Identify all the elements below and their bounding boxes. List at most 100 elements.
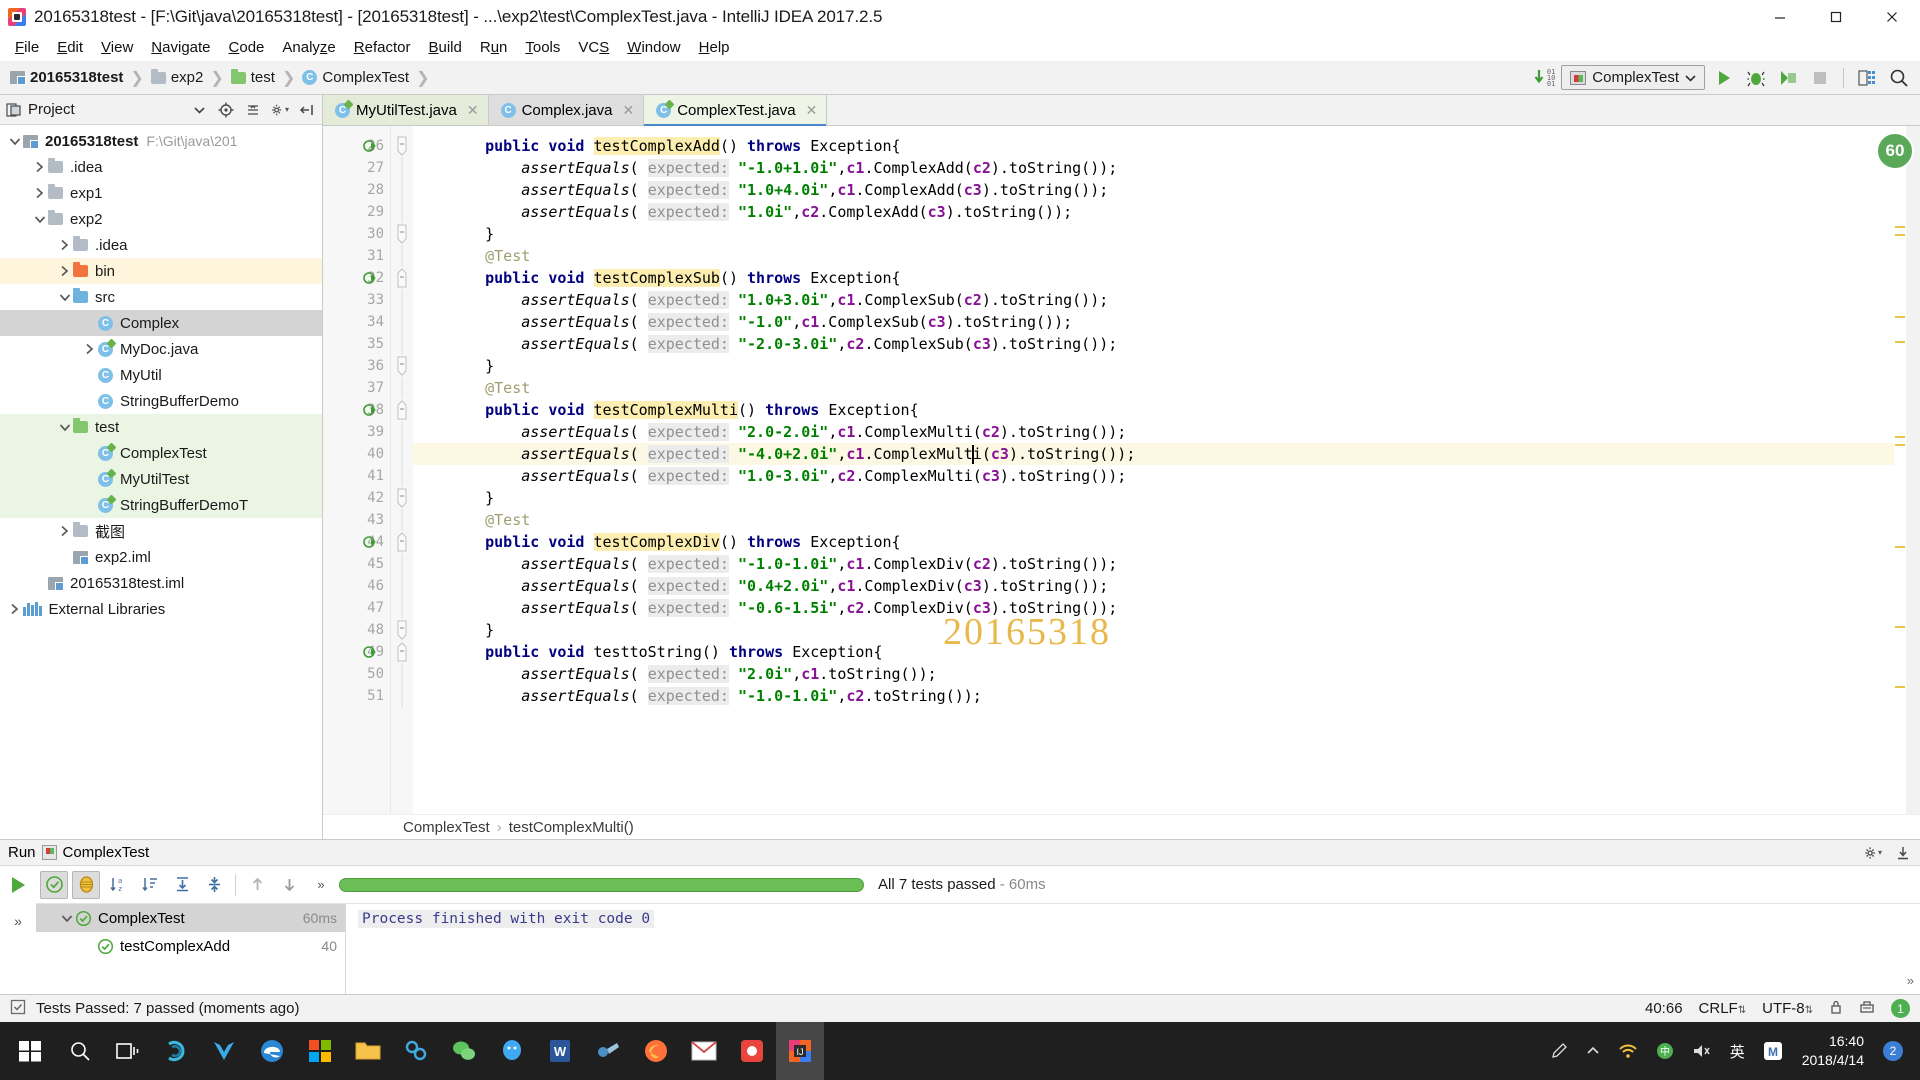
inspection-count-badge[interactable]: 60 [1876,132,1914,170]
code-line[interactable]: public void testComplexSub() throws Exce… [413,267,1894,289]
chevron-down-icon[interactable] [56,293,73,302]
windows-start-icon[interactable] [4,1022,56,1080]
app-file-explorer-icon[interactable] [344,1022,392,1080]
tree-node[interactable]: 20165318test F:\Git\java\201 [0,128,322,154]
debug-button[interactable] [1743,65,1769,91]
fold-marker[interactable] [391,223,413,245]
chevron-right-icon[interactable] [56,525,73,537]
menu-run[interactable]: Run [471,37,517,58]
tree-node[interactable]: C Complex [0,310,322,336]
menu-build[interactable]: Build [419,37,470,58]
encoding-selector[interactable]: UTF-8⇅ [1762,1000,1813,1017]
tree-node[interactable]: exp2 [0,206,322,232]
rerun-icon[interactable] [7,874,29,899]
console-output-pane[interactable]: Process finished with exit code 0 » [346,904,1920,994]
tree-node[interactable]: 截图 [0,518,322,544]
collapse-all-icon[interactable] [200,871,228,899]
chevron-right-icon[interactable] [56,239,73,251]
chevron-right-icon[interactable] [81,343,98,355]
tree-node[interactable]: External Libraries [0,596,322,622]
code-line[interactable]: assertEquals( expected: "-4.0+2.0i",c1.C… [413,443,1894,465]
tree-node[interactable]: exp1 [0,180,322,206]
menu-code[interactable]: Code [220,37,274,58]
pen-icon[interactable] [1541,1022,1577,1080]
code-line[interactable]: @Test [413,509,1894,531]
app-edge-icon[interactable] [248,1022,296,1080]
stop-button[interactable] [1807,65,1833,91]
code-line[interactable]: @Test [413,245,1894,267]
tree-node[interactable]: test [0,414,322,440]
test-result-row[interactable]: ComplexTest 60ms [36,904,345,932]
code-line[interactable]: } [413,487,1894,509]
taskbar-clock[interactable]: 16:40 2018/4/14 [1792,1032,1874,1070]
fold-marker[interactable] [391,641,413,663]
close-icon[interactable]: ✕ [467,102,479,119]
app-intellij-icon[interactable]: IJ [776,1022,824,1080]
error-stripe-markers[interactable] [1894,126,1906,814]
breadcrumb-item-exp2[interactable]: exp2 [149,68,206,86]
restore-layout-icon[interactable] [1854,65,1880,91]
fold-marker[interactable] [391,487,413,509]
settings-gear-icon[interactable]: ▾ [1864,844,1882,862]
sogou-icon[interactable]: M [1754,1022,1792,1080]
read-only-lock-icon[interactable] [1829,999,1843,1019]
scroll-from-source-target-icon[interactable] [217,101,235,119]
menu-edit[interactable]: Edit [48,37,92,58]
fold-column[interactable] [391,126,413,814]
run-with-coverage-button[interactable] [1775,65,1801,91]
fold-marker[interactable] [391,355,413,377]
search-icon[interactable] [56,1022,104,1080]
line-separator-selector[interactable]: CRLF⇅ [1699,1000,1747,1017]
editor-tab[interactable]: C Complex.java ✕ [488,95,645,125]
menu-view[interactable]: View [92,37,142,58]
app-chrome-variant-icon[interactable] [392,1022,440,1080]
menu-tools[interactable]: Tools [516,37,569,58]
code-line[interactable]: assertEquals( expected: "1.0i",c2.Comple… [413,201,1894,223]
editor-tab[interactable]: C MyUtilTest.java ✕ [323,95,489,125]
run-configuration-selector[interactable]: ComplexTest [1561,65,1705,90]
app-mail-icon[interactable] [680,1022,728,1080]
tree-node[interactable]: src [0,284,322,310]
run-test-gutter-icon[interactable] [363,139,377,153]
caret-position[interactable]: 40:66 [1645,1000,1683,1017]
code-line[interactable]: public void testComplexAdd() throws Exce… [413,135,1894,157]
search-everywhere-icon[interactable] [1886,65,1912,91]
close-icon[interactable]: ✕ [806,102,818,119]
code-line[interactable]: } [413,619,1894,641]
code-content[interactable]: public void testComplexAdd() throws Exce… [413,126,1894,814]
code-line[interactable]: @Test [413,377,1894,399]
code-line[interactable]: assertEquals( expected: "-1.0+1.0i",c1.C… [413,157,1894,179]
more-icon[interactable]: » [307,871,335,899]
code-line[interactable]: assertEquals( expected: "-1.0-1.0i",c1.C… [413,553,1894,575]
app-cortana-icon[interactable] [152,1022,200,1080]
menu-navigate[interactable]: Navigate [142,37,219,58]
chevron-right-icon[interactable] [6,603,23,615]
chevron-down-icon[interactable] [31,215,48,224]
fold-marker[interactable] [391,135,413,157]
tree-node[interactable]: C MyDoc.java [0,336,322,362]
action-center-icon[interactable]: 2 [1874,1022,1912,1080]
menu-help[interactable]: Help [690,37,739,58]
hide-panel-icon[interactable] [298,101,316,119]
code-line[interactable]: assertEquals( expected: "-1.0-1.0i",c2.t… [413,685,1894,707]
fold-marker[interactable] [391,619,413,641]
editor-scrollbar[interactable] [1906,126,1920,814]
code-line[interactable]: assertEquals( expected: "1.0+4.0i",c1.Co… [413,179,1894,201]
code-line[interactable]: public void testComplexMulti() throws Ex… [413,399,1894,421]
breadcrumb-item-test[interactable]: test [229,68,277,86]
chevron-down-icon[interactable] [190,101,208,119]
download-update-icon[interactable]: 01 10 01 [1534,68,1555,87]
project-tree[interactable]: 20165318test F:\Git\java\201 .idea exp1 exp2… [0,125,322,839]
tree-node[interactable]: 20165318test.iml [0,570,322,596]
code-line[interactable]: assertEquals( expected: "2.0i",c1.toStri… [413,663,1894,685]
input-method-icon[interactable]: 中 [1647,1022,1683,1080]
close-icon[interactable]: ✕ [622,102,634,119]
tree-node[interactable]: bin [0,258,322,284]
maximize-button[interactable] [1808,0,1864,34]
menu-analyze[interactable]: Analyze [273,37,344,58]
close-button[interactable] [1864,0,1920,34]
app-git-icon[interactable] [728,1022,776,1080]
code-line[interactable]: assertEquals( expected: "-0.6-1.5i",c2.C… [413,597,1894,619]
chevron-down-icon[interactable] [58,914,75,923]
tree-node[interactable]: C ComplexTest [0,440,322,466]
